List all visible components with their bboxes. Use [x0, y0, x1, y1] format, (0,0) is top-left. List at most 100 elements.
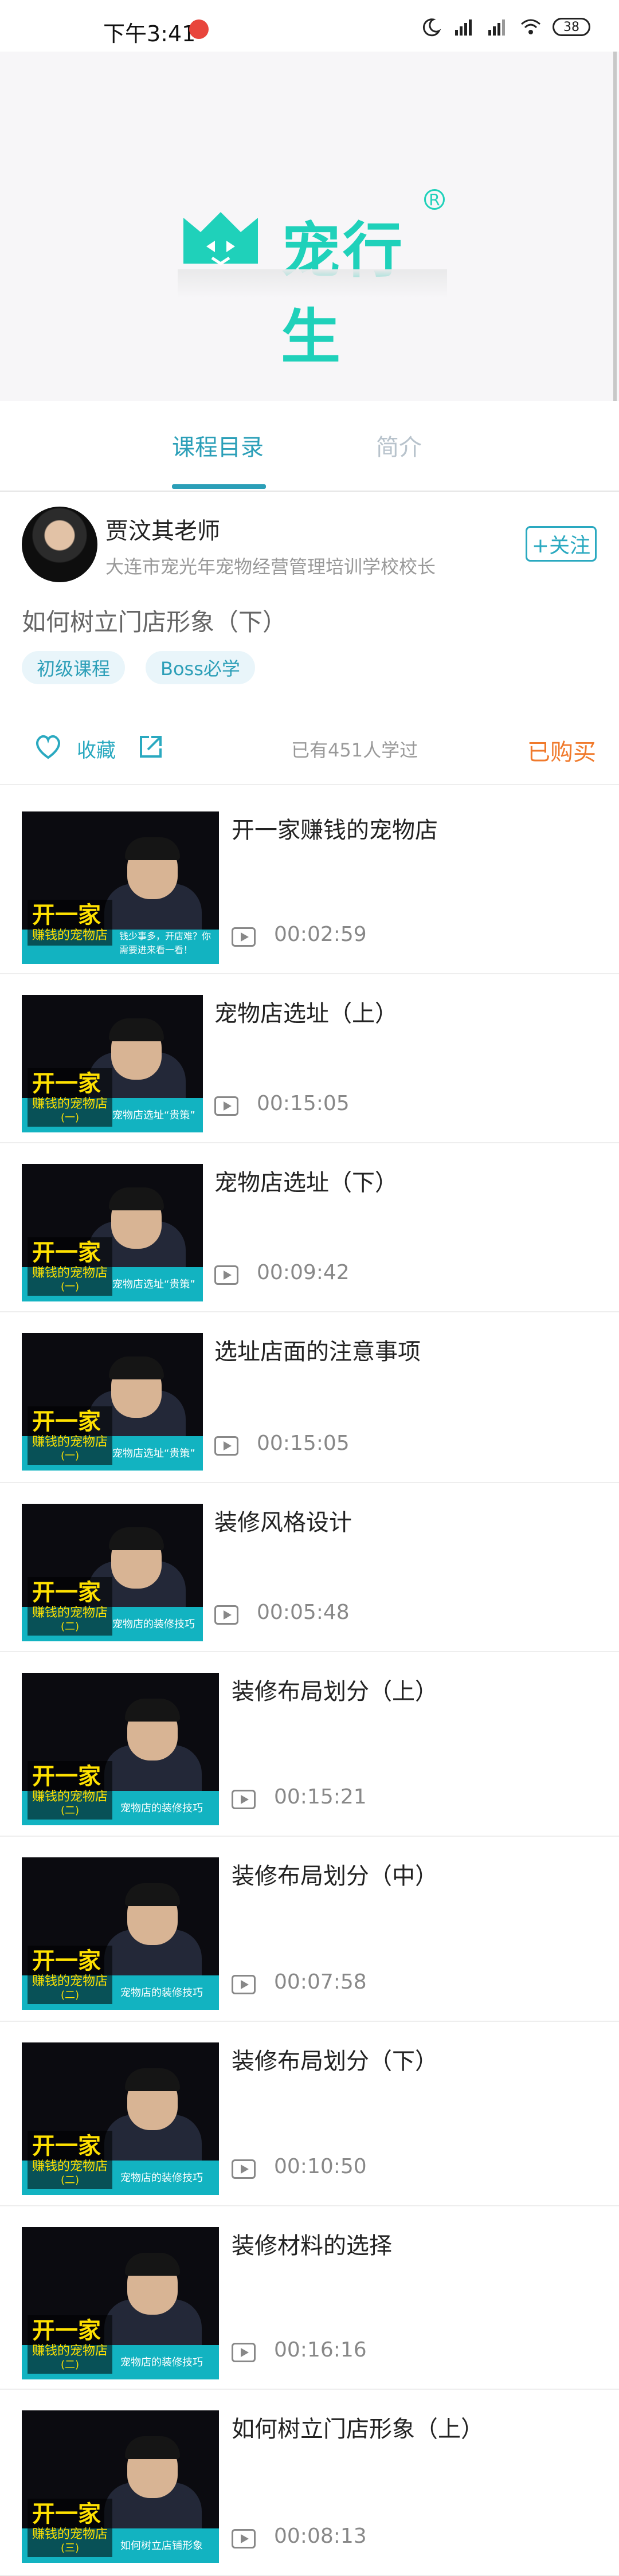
lesson-title[interactable]: 宠物店选址（上） — [214, 995, 398, 1028]
thumbnail-caption: 钱少事多，开店难？你需要进来看一看！ — [119, 931, 211, 955]
play-icon[interactable] — [232, 2529, 256, 2548]
lesson-thumbnail[interactable]: 开一家 赚钱的宠物店 (三) 如何树立店铺形象 — [22, 2410, 219, 2563]
lesson-title[interactable]: 装修风格设计 — [214, 1504, 352, 1537]
signal-icon — [488, 19, 505, 36]
lesson-title[interactable]: 选址店面的注意事项 — [214, 1333, 421, 1366]
thumbnail-subtitle: 赚钱的宠物店 — [32, 2344, 108, 2358]
play-icon[interactable] — [232, 1790, 256, 1809]
lesson-duration: 00:09:42 — [257, 1261, 350, 1284]
lesson-item[interactable]: 开一家 赚钱的宠物店 (二) 宠物店的装修技巧 装修材料的选择 00:16:16 — [0, 2206, 619, 2390]
play-icon[interactable] — [214, 1605, 238, 1625]
lesson-thumbnail[interactable]: 开一家 赚钱的宠物店 (一) 宠物店选址“贵策” — [22, 995, 203, 1132]
cat-logo-icon — [183, 212, 258, 266]
thumbnail-subtitle: 赚钱的宠物店 — [32, 1790, 108, 1804]
thumbnail-title-box: 开一家 赚钱的宠物店 (三) — [28, 2499, 113, 2557]
lesson-thumbnail[interactable]: 开一家 赚钱的宠物店 (二) 宠物店的装修技巧 — [22, 2227, 219, 2379]
action-row: 收藏 已有451人学过 已购买 — [0, 722, 619, 785]
registered-mark-icon: R — [424, 189, 445, 210]
thumbnail-part: (二) — [60, 1989, 80, 2001]
thumbnail-caption: 宠物店选址“贵策” — [112, 1279, 195, 1291]
thumbnail-title-box: 开一家 赚钱的宠物店 (一) — [28, 1406, 113, 1465]
play-icon[interactable] — [232, 2343, 256, 2362]
learned-count: 已有451人学过 — [291, 739, 418, 761]
tab-intro[interactable]: 简介 — [376, 429, 422, 462]
lesson-title[interactable]: 装修布局划分（上） — [232, 1673, 438, 1706]
lesson-duration: 00:16:16 — [274, 2338, 367, 2362]
collect-button[interactable]: 收藏 — [77, 735, 116, 763]
thumbnail-title: 开一家 — [32, 1240, 101, 1266]
share-icon[interactable] — [136, 732, 165, 761]
thumbnail-caption: 宠物店的装修技巧 — [112, 1618, 195, 1630]
active-tab-indicator — [172, 484, 266, 489]
lesson-title[interactable]: 如何树立门店形象（上） — [232, 2410, 484, 2444]
thumbnail-caption: 宠物店选址“贵策” — [112, 1448, 195, 1460]
thumbnail-title: 开一家 — [32, 2133, 101, 2159]
logo-reflection — [178, 269, 447, 298]
lesson-item[interactable]: 开一家 赚钱的宠物店 (二) 宠物店的装修技巧 装修布局划分（上） 00:15:21 — [0, 1652, 619, 1837]
play-icon[interactable] — [232, 927, 256, 947]
lesson-title[interactable]: 装修材料的选择 — [232, 2227, 392, 2260]
lesson-duration: 00:02:59 — [274, 923, 367, 946]
thumbnail-subtitle: 赚钱的宠物店 — [32, 1266, 108, 1280]
lesson-duration: 00:07:58 — [274, 1970, 367, 1994]
lesson-item[interactable]: 开一家 赚钱的宠物店 (一) 宠物店选址“贵策” 宠物店选址（下） 00:09:42 — [0, 1143, 619, 1312]
lesson-duration: 00:15:05 — [257, 1432, 350, 1455]
lesson-thumbnail[interactable]: 开一家 赚钱的宠物店 (二) 宠物店的装修技巧 — [22, 1504, 203, 1641]
thumbnail-title: 开一家 — [32, 1409, 101, 1435]
thumbnail-caption: 宠物店的装修技巧 — [120, 1987, 203, 1999]
lesson-thumbnail[interactable]: 开一家 赚钱的宠物店 钱少事多，开店难？你需要进来看一看！ — [22, 811, 219, 964]
scroll-indicator — [613, 52, 617, 401]
lesson-item[interactable]: 开一家 赚钱的宠物店 钱少事多，开店难？你需要进来看一看！ 开一家赚钱的宠物店 00:0… — [0, 791, 619, 974]
teacher-name: 贾汶其老师 — [105, 518, 220, 544]
play-icon[interactable] — [214, 1436, 238, 1456]
lesson-item[interactable]: 开一家 赚钱的宠物店 (二) 宠物店的装修技巧 装修风格设计 00:05:48 — [0, 1483, 619, 1652]
presenter-hair — [109, 1018, 164, 1041]
play-icon[interactable] — [214, 1265, 238, 1285]
teacher-title: 大连市宠光年宠物经营管理培训学校校长 — [105, 556, 436, 578]
lesson-item[interactable]: 开一家 赚钱的宠物店 (三) 如何树立店铺形象 如何树立门店形象（上） 00:08:13 — [0, 2390, 619, 2576]
thumbnail-part: (一) — [60, 1450, 80, 1462]
follow-button[interactable]: +关注 — [526, 526, 597, 562]
lesson-thumbnail[interactable]: 开一家 赚钱的宠物店 (二) 宠物店的装修技巧 — [22, 2042, 219, 2195]
thumbnail-title: 开一家 — [32, 1763, 101, 1790]
course-tags: 初级课程 Boss必学 — [22, 651, 255, 684]
lesson-thumbnail[interactable]: 开一家 赚钱的宠物店 (一) 宠物店选址“贵策” — [22, 1164, 203, 1301]
presenter-hair — [125, 837, 180, 861]
thumbnail-subtitle: 赚钱的宠物店 — [32, 1097, 108, 1111]
thumbnail-caption: 宠物店的装修技巧 — [120, 2172, 203, 2184]
lesson-thumbnail[interactable]: 开一家 赚钱的宠物店 (一) 宠物店选址“贵策” — [22, 1333, 203, 1471]
thumbnail-subtitle: 赚钱的宠物店 — [32, 928, 108, 943]
battery-icon: 38 — [553, 18, 590, 36]
tab-course-catalog[interactable]: 课程目录 — [172, 429, 264, 462]
lesson-item[interactable]: 开一家 赚钱的宠物店 (二) 宠物店的装修技巧 装修布局划分（中） 00:07:58 — [0, 1837, 619, 2022]
play-icon[interactable] — [232, 2159, 256, 2179]
lesson-item[interactable]: 开一家 赚钱的宠物店 (一) 宠物店选址“贵策” 宠物店选址（上） 00:15:05 — [0, 974, 619, 1143]
presenter-hair — [125, 2253, 180, 2276]
lesson-title[interactable]: 装修布局划分（下） — [232, 2042, 438, 2076]
lesson-title[interactable]: 装修布局划分（中） — [232, 1857, 438, 1891]
status-time: 下午3:41 — [103, 21, 196, 46]
lesson-title[interactable]: 开一家赚钱的宠物店 — [232, 811, 438, 845]
thumbnail-part: (二) — [60, 1805, 80, 1817]
lesson-thumbnail[interactable]: 开一家 赚钱的宠物店 (二) 宠物店的装修技巧 — [22, 1673, 219, 1825]
lesson-item[interactable]: 开一家 赚钱的宠物店 (二) 宠物店的装修技巧 装修布局划分（下） 00:10:50 — [0, 2022, 619, 2206]
avatar[interactable] — [22, 507, 97, 582]
play-icon[interactable] — [214, 1096, 238, 1116]
lesson-thumbnail[interactable]: 开一家 赚钱的宠物店 (二) 宠物店的装修技巧 — [22, 1857, 219, 2010]
lesson-item[interactable]: 开一家 赚钱的宠物店 (一) 宠物店选址“贵策” 选址店面的注意事项 00:15:05 — [0, 1312, 619, 1483]
thumbnail-title: 开一家 — [32, 2318, 101, 2344]
tab-bar: 课程目录 简介 — [0, 401, 619, 492]
play-icon[interactable] — [232, 1975, 256, 1994]
course-title: 如何树立门店形象（下） — [22, 608, 287, 636]
thumbnail-title-box: 开一家 赚钱的宠物店 (一) — [28, 1237, 113, 1296]
tag-level[interactable]: 初级课程 — [22, 651, 126, 684]
heart-icon[interactable] — [33, 732, 63, 761]
thumbnail-title: 开一家 — [32, 2501, 101, 2527]
thumbnail-title-box: 开一家 赚钱的宠物店 (二) — [28, 1761, 113, 1820]
presenter-hair — [109, 1527, 164, 1550]
presenter-hair — [125, 2068, 180, 2092]
wifi-icon — [521, 19, 540, 34]
tag-boss[interactable]: Boss必学 — [146, 651, 255, 684]
lesson-title[interactable]: 宠物店选址（下） — [214, 1164, 398, 1197]
status-icons: 38 — [420, 17, 590, 37]
